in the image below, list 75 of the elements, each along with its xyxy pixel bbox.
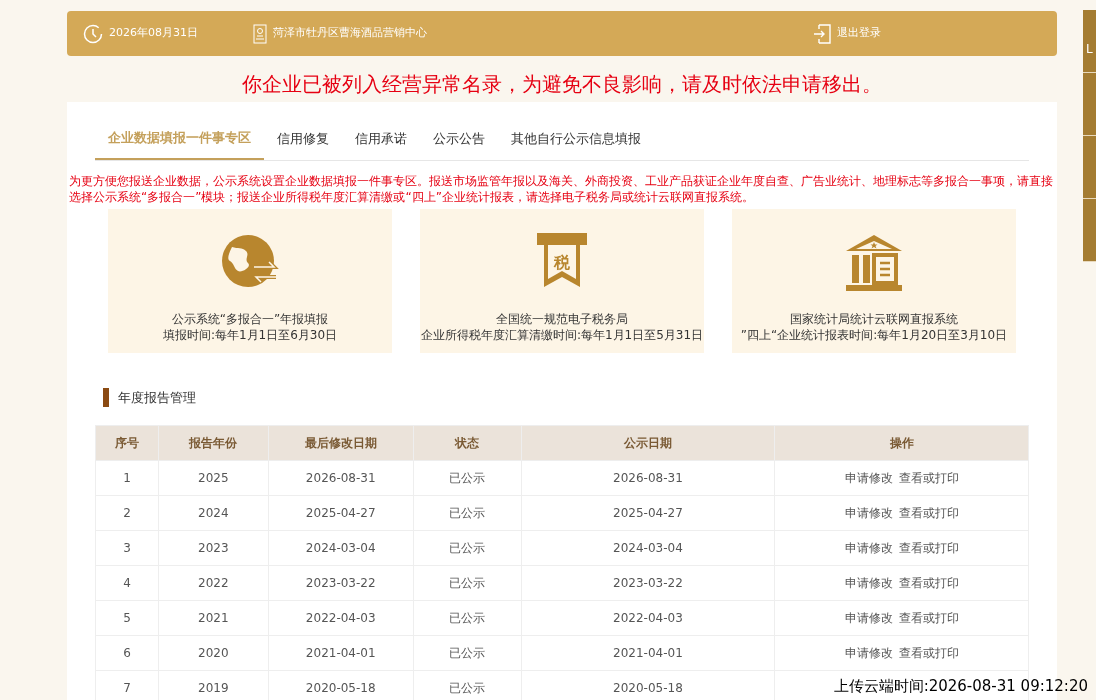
table-cell: 2021-04-01: [521, 635, 775, 671]
service-title: 国家统计局统计云联网直报系统: [790, 310, 958, 327]
action-link[interactable]: 申请修改: [844, 471, 893, 485]
service-card[interactable]: 税 全国统一规范电子税务局 企业所得税年度汇算清缴时间:每年1月1日至5月31日: [420, 208, 704, 353]
table-cell: 2: [95, 495, 159, 531]
side-tab[interactable]: L: [1086, 42, 1093, 56]
action-link[interactable]: 查看或打印: [898, 646, 959, 660]
table-cell: 2023-03-22: [521, 565, 775, 601]
clock-icon: [83, 23, 103, 44]
organization-name: 菏泽市牡丹区曹海酒品营销中心: [273, 25, 427, 42]
table-cell: 1: [95, 460, 159, 496]
table-cell: 已公示: [413, 565, 522, 601]
notice-text: 为更方便您报送企业数据，公示系统设置企业数据填报一件事专区。报送市场监管年报以及海关、外商投资、工业产品获证企业年度自查、广告业统计、地理标志等多报合一事项，请直接选择公示系统“多报合一”模块；报送企业所得税年度汇算清缴或“四上”企业统计报表，请选择电子税务局或统计云联网直报系统。: [69, 172, 1054, 205]
tab[interactable]: 信用承诺: [342, 118, 420, 160]
table-cell: 5: [95, 600, 159, 636]
table-cell: 2025-04-27: [521, 495, 775, 531]
service-card[interactable]: 公示系统“多报合一”年报填报 填报时间:每年1月1日至6月30日: [108, 208, 392, 353]
section-title: 年度报告管理: [118, 388, 196, 407]
action-link[interactable]: 申请修改: [844, 506, 893, 520]
table-cell: 2020: [158, 635, 269, 671]
table-cell: 2026-08-31: [268, 460, 414, 496]
tab[interactable]: 公示公告: [420, 118, 498, 160]
action-link[interactable]: 申请修改: [844, 646, 893, 660]
action-link[interactable]: 查看或打印: [898, 576, 959, 590]
table-cell: 2022-04-03: [521, 600, 775, 636]
table-cell: 2024-03-04: [521, 530, 775, 566]
table-cell: 2024: [158, 495, 269, 531]
table-cell: 2024-03-04: [268, 530, 414, 566]
upload-time-text: 上传云端时间:2026-08-31 09:12:20: [833, 675, 1088, 697]
table-cell: 已公示: [413, 635, 522, 671]
action-link[interactable]: 查看或打印: [898, 541, 959, 555]
service-period: 填报时间:每年1月1日至6月30日: [162, 326, 338, 343]
service-period: 企业所得税年度汇算清缴时间:每年1月1日至5月31日: [420, 326, 704, 343]
person-badge-icon: [253, 23, 267, 44]
table-cell: 3: [95, 530, 159, 566]
service-title: 公示系统“多报合一”年报填报: [171, 310, 329, 327]
table-cell: 已公示: [413, 600, 522, 636]
table-cell: 2025: [158, 460, 269, 496]
action-link[interactable]: 申请修改: [844, 611, 893, 625]
tab[interactable]: 其他自行公示信息填报: [498, 118, 654, 160]
table-cell: 2022-04-03: [268, 600, 414, 636]
service-card[interactable]: 国家统计局统计云联网直报系统 ”四上“企业统计报表时间:每年1月20日至3月10日: [732, 208, 1016, 353]
section-marker: [103, 387, 109, 407]
table-cell: 2021: [158, 600, 269, 636]
service-period: ”四上“企业统计报表时间:每年1月20日至3月10日: [740, 326, 1008, 343]
logout-icon: [813, 23, 831, 44]
column-header: 序号: [95, 425, 159, 461]
table-cell: 2026-08-31: [521, 460, 775, 496]
column-header: 状态: [413, 425, 522, 461]
table-cell: 2021-04-01: [268, 635, 414, 671]
table-cell: 已公示: [413, 495, 522, 531]
action-link[interactable]: 申请修改: [844, 576, 893, 590]
table-cell: 2023-03-22: [268, 565, 414, 601]
table-cell: 4: [95, 565, 159, 601]
table-cell: 已公示: [413, 460, 522, 496]
column-header: 公示日期: [521, 425, 775, 461]
warning-message: 你企业已被列入经营异常名录，为避免不良影响，请及时依法申请移出。: [241, 72, 883, 96]
service-title: 全国统一规范电子税务局: [496, 310, 628, 327]
column-header: 报告年份: [158, 425, 269, 461]
table-cell: 已公示: [413, 530, 522, 566]
date-text: 2026年08月31日: [109, 25, 198, 42]
table-cell: 7: [95, 670, 159, 700]
action-link[interactable]: 查看或打印: [898, 506, 959, 520]
tab[interactable]: 信用修复: [264, 118, 342, 160]
action-link[interactable]: 申请修改: [844, 541, 893, 555]
column-header: 最后修改日期: [268, 425, 414, 461]
action-link[interactable]: 查看或打印: [898, 471, 959, 485]
building-icon: [844, 232, 904, 293]
column-header: 操作: [774, 425, 1029, 461]
table-cell: 2023: [158, 530, 269, 566]
table-cell: 6: [95, 635, 159, 671]
table-cell: 2025-04-27: [268, 495, 414, 531]
table-cell: 2022: [158, 565, 269, 601]
action-link[interactable]: 查看或打印: [898, 611, 959, 625]
tax-character: 税: [554, 252, 570, 272]
